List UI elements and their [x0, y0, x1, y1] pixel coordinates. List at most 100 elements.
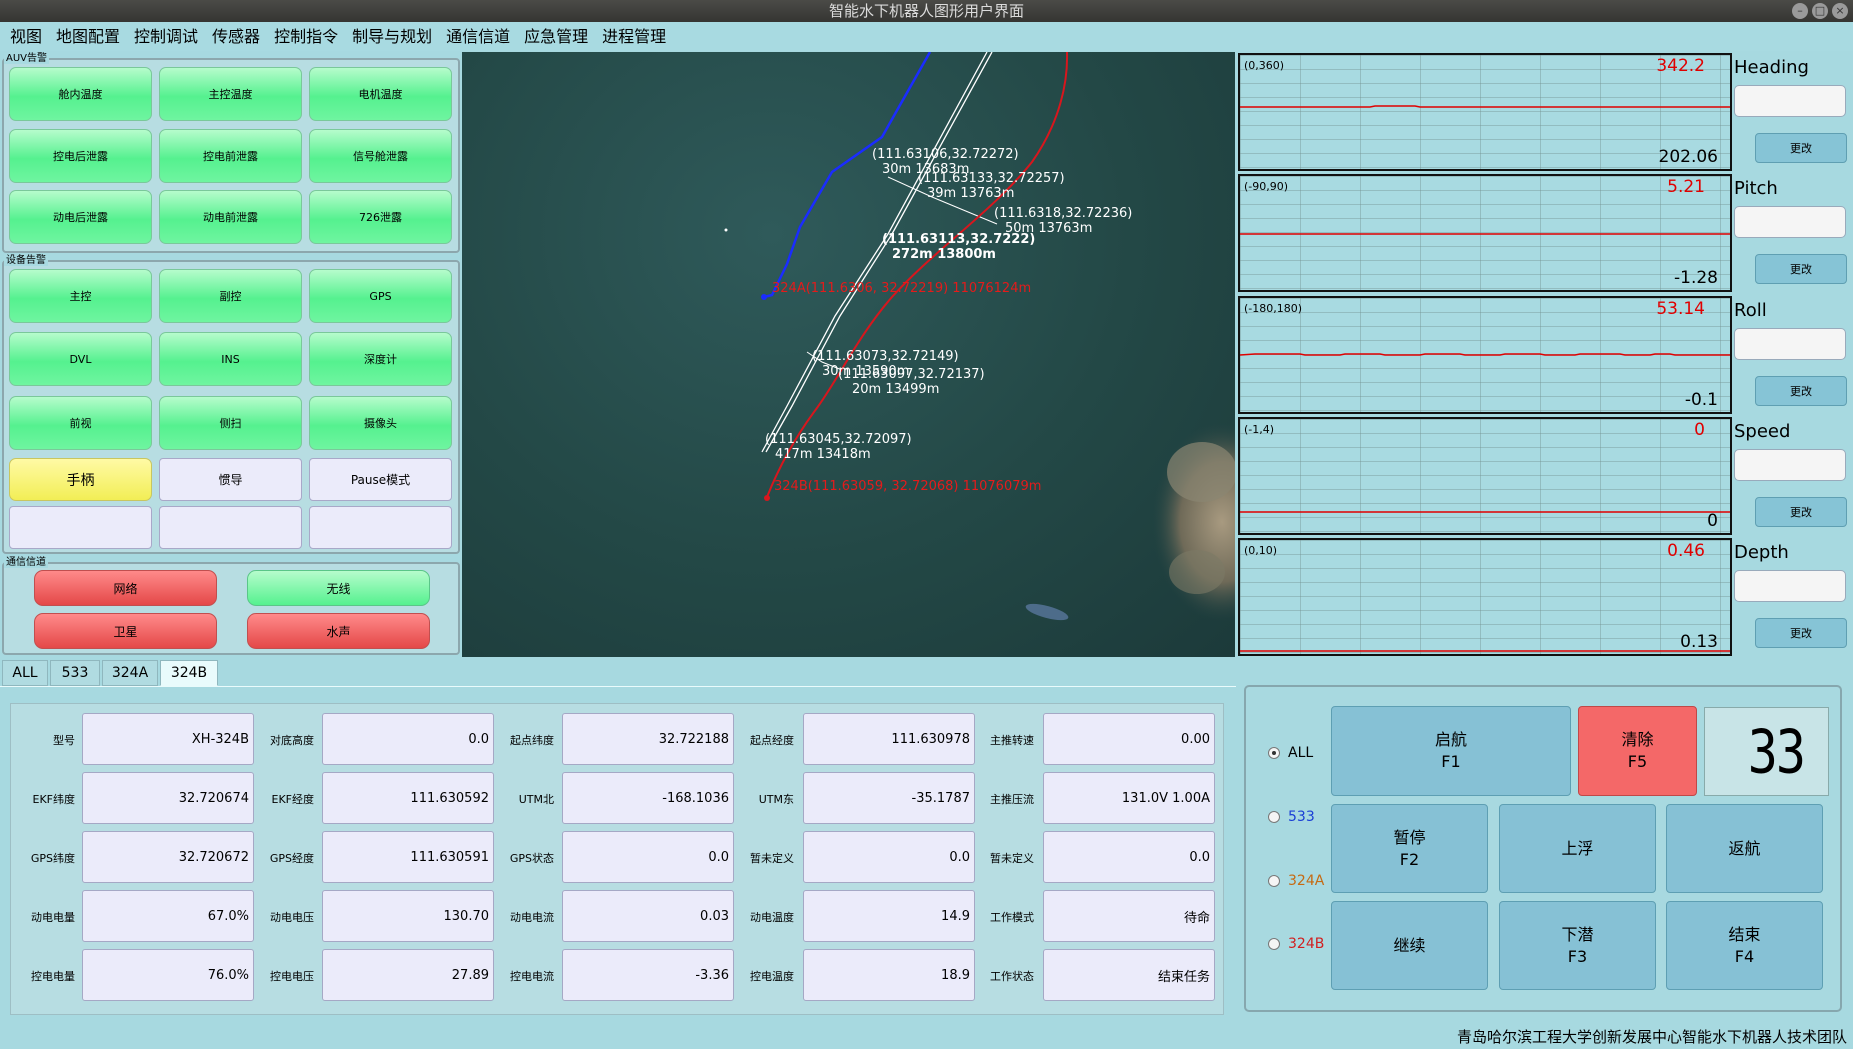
menu-sensors[interactable]: 传感器	[205, 22, 267, 52]
menu-guidance-planning[interactable]: 制导与规划	[345, 22, 439, 52]
dive-button[interactable]: 下潜 F3	[1499, 901, 1656, 990]
alarm-ctrl-rear-leak-button[interactable]: 控电后泄露	[9, 129, 152, 183]
depth-change-button[interactable]: 更改	[1755, 618, 1847, 648]
pause-mode-button[interactable]: Pause模式	[309, 458, 452, 501]
field-label: 控电电压	[270, 970, 314, 983]
joystick-mode-button[interactable]: 手柄	[9, 458, 152, 501]
surface-button[interactable]: 上浮	[1499, 804, 1656, 893]
empty-button-1[interactable]	[9, 506, 152, 549]
radio-324a-dot[interactable]	[1268, 875, 1280, 887]
menu-comm-channel[interactable]: 通信信道	[439, 22, 517, 52]
roll-change-button[interactable]: 更改	[1755, 376, 1847, 406]
field-value: 结束任务	[1043, 949, 1215, 1001]
radio-324b[interactable]: 324B	[1268, 936, 1324, 952]
menu-control-commands[interactable]: 控制指令	[267, 22, 345, 52]
heading-plot: (0,360) 342.2 202.06	[1238, 53, 1732, 171]
radio-533[interactable]: 533	[1268, 809, 1315, 825]
field-value: 32.722188	[562, 713, 734, 765]
field-value: -3.36	[562, 949, 734, 1001]
roll-max-value: 53.14	[1656, 299, 1705, 319]
menu-emergency[interactable]: 应急管理	[517, 22, 595, 52]
pitch-change-button[interactable]: 更改	[1755, 254, 1847, 284]
pitch-range: (-90,90)	[1244, 180, 1289, 193]
depth-plot: (0,10) 0.46 0.13	[1238, 538, 1732, 656]
comm-wireless-button[interactable]: 无线	[247, 570, 430, 606]
device-camera-button[interactable]: 摄像头	[309, 396, 452, 450]
comm-network-button[interactable]: 网络	[34, 570, 217, 606]
comm-satellite-button[interactable]: 卫星	[34, 613, 217, 649]
empty-button-2[interactable]	[159, 506, 302, 549]
pitch-min-value: -1.28	[1674, 268, 1718, 288]
field-label: EKF纬度	[32, 793, 76, 806]
pause-button[interactable]: 暂停 F2	[1331, 804, 1488, 893]
radio-533-dot[interactable]	[1268, 811, 1280, 823]
satellite-map[interactable]: (111.63106,32.72272) 30m 13683m (111.631…	[462, 52, 1235, 657]
device-dvl-button[interactable]: DVL	[9, 332, 152, 386]
device-gps-button[interactable]: GPS	[309, 269, 452, 323]
menu-control-debug[interactable]: 控制调试	[127, 22, 205, 52]
field-value: 130.70	[322, 890, 494, 942]
alarm-motor-temp-button[interactable]: 电机温度	[309, 67, 452, 121]
alarm-ctrl-front-leak-button[interactable]: 控电前泄露	[159, 129, 302, 183]
tab-324b[interactable]: 324B	[160, 660, 218, 686]
radio-533-label: 533	[1288, 809, 1315, 825]
alarm-signal-cabin-leak-button[interactable]: 信号舱泄露	[309, 129, 452, 183]
alarm-power-front-leak-button[interactable]: 动电前泄露	[159, 190, 302, 244]
tab-533[interactable]: 533	[50, 660, 100, 686]
start-label: 启航	[1434, 730, 1467, 749]
tab-all[interactable]: ALL	[2, 660, 48, 686]
device-ins-button[interactable]: INS	[159, 332, 302, 386]
alarm-power-rear-leak-button[interactable]: 动电后泄露	[9, 190, 152, 244]
depth-input[interactable]	[1734, 570, 1846, 602]
field-value: 0.0	[562, 831, 734, 883]
field-value: XH-324B	[82, 713, 254, 765]
radio-all-dot[interactable]	[1268, 747, 1280, 759]
vehicle-data-panel: 型号 XH-324B 对底高度 0.0 起点纬度 32.722188 起点经度 …	[10, 703, 1224, 1015]
end-mission-button[interactable]: 结束 F4	[1666, 901, 1823, 990]
field-label: 动电电压	[270, 911, 314, 924]
device-main-control-button[interactable]: 主控	[9, 269, 152, 323]
resume-button[interactable]: 继续	[1331, 901, 1488, 990]
depth-label: Depth	[1734, 542, 1789, 563]
clear-label: 清除	[1621, 730, 1654, 749]
roll-range: (-180,180)	[1244, 302, 1303, 315]
device-depth-meter-button[interactable]: 深度计	[309, 332, 452, 386]
minimize-icon[interactable]: –	[1792, 3, 1808, 19]
menu-process[interactable]: 进程管理	[595, 22, 673, 52]
menu-view[interactable]: 视图	[3, 22, 49, 52]
clear-button[interactable]: 清除 F5	[1578, 706, 1697, 796]
pitch-input[interactable]	[1734, 206, 1846, 238]
heading-change-button[interactable]: 更改	[1755, 133, 1847, 163]
start-mission-button[interactable]: 启航 F1	[1331, 706, 1571, 796]
sensor-heading-panel: (0,360) 342.2 202.06 Heading 更改	[1236, 52, 1853, 171]
depth-range: (0,10)	[1244, 544, 1278, 557]
tab-324a[interactable]: 324A	[102, 660, 158, 686]
inertial-nav-button[interactable]: 惯导	[159, 458, 302, 501]
radio-all[interactable]: ALL	[1268, 745, 1313, 761]
alarm-main-control-temp-button[interactable]: 主控温度	[159, 67, 302, 121]
alarm-cabin-temp-button[interactable]: 舱内温度	[9, 67, 152, 121]
roll-plot: (-180,180) 53.14 -0.1	[1238, 296, 1732, 414]
menu-map-config[interactable]: 地图配置	[49, 22, 127, 52]
comm-acoustic-button[interactable]: 水声	[247, 613, 430, 649]
close-icon[interactable]: ×	[1832, 3, 1848, 19]
device-forward-sonar-button[interactable]: 前视	[9, 396, 152, 450]
heading-input[interactable]	[1734, 85, 1846, 117]
radio-324b-dot[interactable]	[1268, 938, 1280, 950]
alarm-726-leak-button[interactable]: 726泄露	[309, 190, 452, 244]
field-value: 76.0%	[82, 949, 254, 1001]
speed-range: (-1,4)	[1244, 423, 1275, 436]
roll-input[interactable]	[1734, 328, 1846, 360]
speed-change-button[interactable]: 更改	[1755, 497, 1847, 527]
maximize-icon[interactable]: □	[1812, 3, 1828, 19]
field-value: 131.0V 1.00A	[1043, 772, 1215, 824]
device-sub-control-button[interactable]: 副控	[159, 269, 302, 323]
start-key: F1	[1441, 752, 1461, 771]
speed-input[interactable]	[1734, 449, 1846, 481]
pitch-plot: (-90,90) 5.21 -1.28	[1238, 174, 1732, 292]
return-button[interactable]: 返航	[1666, 804, 1823, 893]
field-label: 主推转速	[990, 734, 1034, 747]
radio-324a[interactable]: 324A	[1268, 873, 1324, 889]
empty-button-3[interactable]	[309, 506, 452, 549]
device-side-scan-button[interactable]: 侧扫	[159, 396, 302, 450]
